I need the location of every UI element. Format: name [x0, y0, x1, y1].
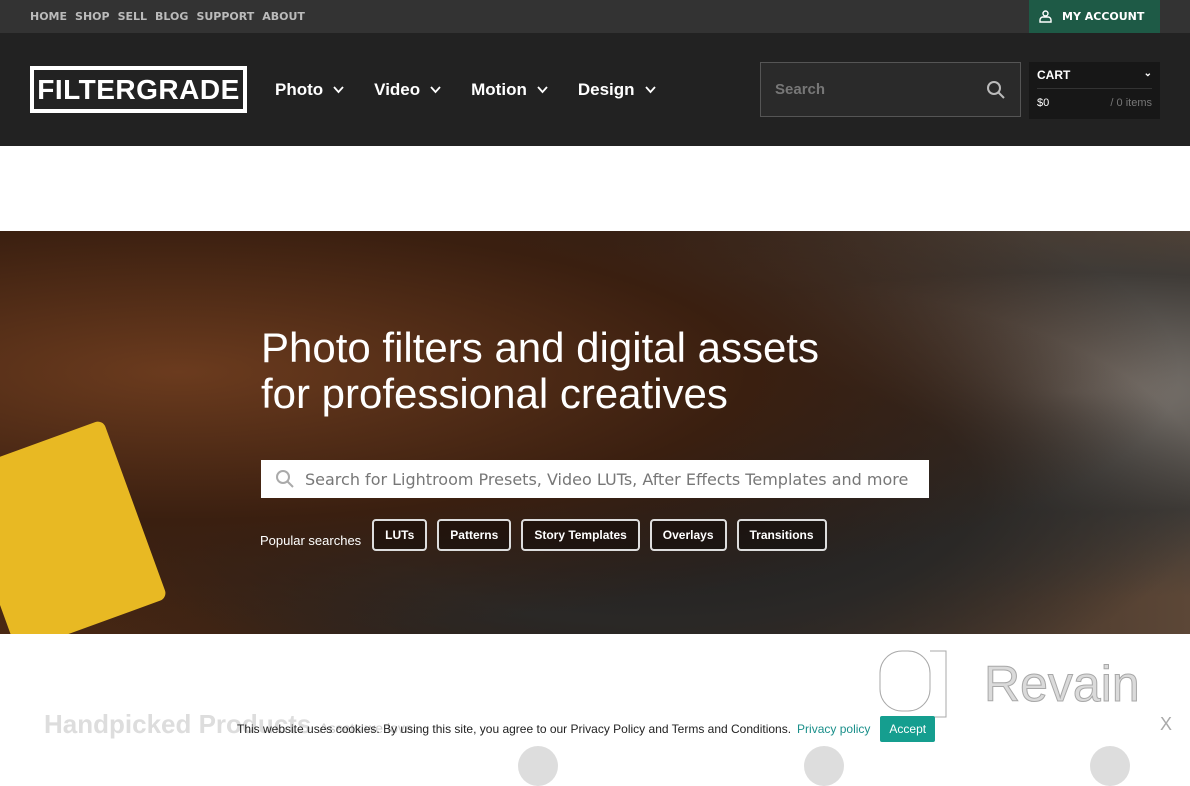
revain-watermark: Revain — [876, 647, 1140, 721]
popular-searches-label: Popular searches — [260, 532, 362, 548]
chevron-down-icon — [333, 86, 344, 94]
cart-widget[interactable]: CART ⌄ $0 / 0 items — [1029, 62, 1160, 119]
chip-story-templates[interactable]: Story Templates — [521, 519, 640, 551]
top-link-shop[interactable]: SHOP — [75, 10, 110, 23]
close-icon[interactable]: X — [1160, 714, 1172, 735]
product-thumb[interactable] — [518, 746, 558, 786]
popular-searches: Popular searches LUTs Patterns Story Tem… — [260, 519, 827, 551]
hero-title-line: for professional creatives — [261, 370, 728, 417]
revain-logo-icon — [879, 650, 947, 718]
cookie-banner: This website uses cookies. By using this… — [237, 716, 936, 742]
chip-luts[interactable]: LUTs — [372, 519, 428, 551]
search-icon[interactable] — [986, 80, 1006, 100]
nav-label: Photo — [275, 80, 324, 99]
my-account-label: MY ACCOUNT — [1062, 10, 1145, 23]
chip-overlays[interactable]: Overlays — [649, 519, 727, 551]
main-header: FILTERGRADE Photo Video Motion Design CA… — [0, 33, 1190, 146]
cookie-text: This website uses cookies. By using this… — [237, 722, 792, 736]
header-search — [760, 62, 1021, 117]
privacy-policy-link[interactable]: Privacy policy — [797, 722, 870, 736]
chevron-down-icon — [644, 86, 656, 94]
hero-title: Photo filters and digital assets for prof… — [261, 325, 819, 417]
hero-banner: Photo filters and digital assets for prof… — [0, 231, 1190, 634]
product-thumb[interactable] — [1090, 746, 1130, 786]
cart-items: / 0 items — [1110, 97, 1152, 109]
top-link-support[interactable]: SUPPORT — [196, 10, 254, 23]
user-icon — [1039, 10, 1052, 23]
nav-label: Design — [577, 80, 635, 99]
cart-total: $0 — [1037, 97, 1050, 109]
search-icon — [276, 470, 294, 488]
top-link-blog[interactable]: BLOG — [155, 10, 188, 23]
main-nav: Photo Video Motion Design — [275, 80, 656, 100]
chip-patterns[interactable]: Patterns — [437, 519, 512, 551]
header-search-input[interactable] — [775, 81, 975, 98]
nav-photo[interactable]: Photo — [275, 80, 344, 100]
chip-transitions[interactable]: Transitions — [736, 519, 827, 551]
hero-search — [261, 460, 929, 498]
nav-design[interactable]: Design — [578, 80, 656, 100]
top-link-sell[interactable]: SELL — [118, 10, 147, 23]
watermark-text: Revain — [984, 656, 1141, 713]
chevron-down-icon: ⌄ — [1143, 68, 1152, 79]
hero-search-input[interactable] — [305, 469, 915, 489]
chevron-down-icon — [537, 86, 548, 94]
chevron-down-icon — [430, 86, 441, 94]
top-link-home[interactable]: HOME — [30, 10, 67, 23]
nav-motion[interactable]: Motion — [471, 80, 548, 100]
top-link-about[interactable]: ABOUT — [262, 10, 305, 23]
product-thumb[interactable] — [804, 746, 844, 786]
hero-background-image — [0, 419, 168, 634]
logo[interactable]: FILTERGRADE — [30, 66, 247, 113]
nav-label: Video — [374, 80, 421, 99]
accept-cookies-button[interactable]: Accept — [880, 716, 936, 742]
cart-label: CART — [1037, 68, 1071, 82]
my-account-button[interactable]: MY ACCOUNT — [1029, 0, 1160, 33]
nav-label: Motion — [471, 80, 527, 99]
top-bar: HOME SHOP SELL BLOG SUPPORT ABOUT MY ACC… — [0, 0, 1190, 33]
hero-title-line: Photo filters and digital assets — [261, 324, 819, 371]
nav-video[interactable]: Video — [374, 80, 441, 100]
